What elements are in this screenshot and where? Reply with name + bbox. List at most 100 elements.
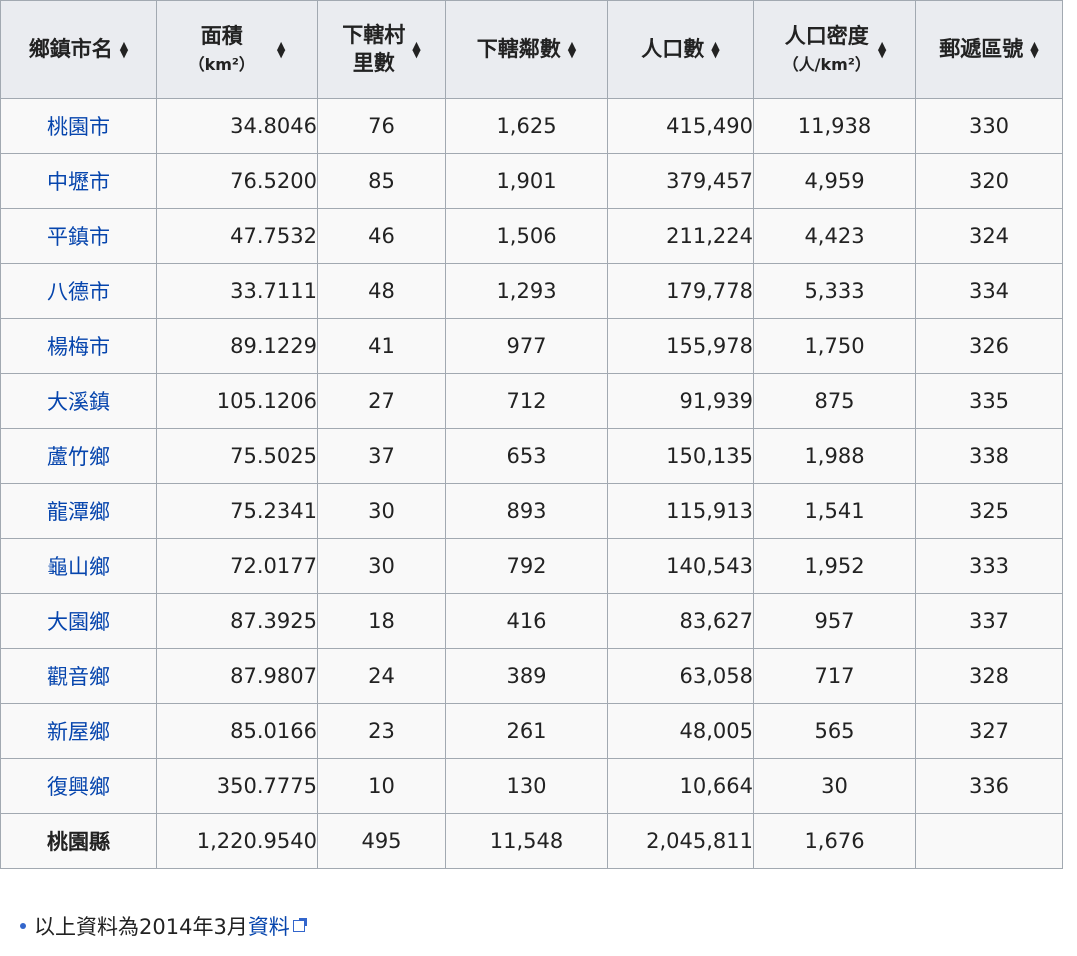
table-row: 平鎮市 47.7532 46 1,506 211,224 4,423 324 [0,208,1063,264]
cell-neighborhoods: 1,625 [445,98,608,154]
cell-villages: 41 [317,318,446,374]
cell-name[interactable]: 平鎮市 [0,208,157,264]
township-link[interactable]: 八德市 [47,280,110,304]
cell-postal [915,813,1063,869]
township-link[interactable]: 復興鄉 [47,775,110,799]
table-row: 龍潭鄉 75.2341 30 893 115,913 1,541 325 [0,483,1063,539]
header-villages-label-1: 下轄村 [342,23,406,48]
cell-area: 87.9807 [156,648,318,704]
header-name[interactable]: 鄉鎮市名 ▲ ▼ [0,0,157,99]
cell-population: 2,045,811 [607,813,754,869]
cell-neighborhoods: 261 [445,703,608,759]
table-row: 新屋鄉 85.0166 23 261 48,005 565 327 [0,703,1063,759]
cell-area: 89.1229 [156,318,318,374]
cell-name[interactable]: 觀音鄉 [0,648,157,704]
township-link[interactable]: 桃園市 [47,115,110,139]
cell-name[interactable]: 桃園市 [0,98,157,154]
township-link[interactable]: 楊梅市 [47,335,110,359]
cell-density: 30 [753,758,916,814]
sort-icon[interactable]: ▲ ▼ [711,40,719,59]
cell-population: 415,490 [607,98,754,154]
township-link[interactable]: 蘆竹鄉 [47,445,110,469]
cell-area: 34.8046 [156,98,318,154]
cell-postal: 327 [915,703,1063,759]
external-link-icon [292,918,307,932]
cell-area: 350.7775 [156,758,318,814]
cell-villages: 37 [317,428,446,484]
township-link[interactable]: 中壢市 [47,170,110,194]
header-population[interactable]: 人口數 ▲ ▼ [607,0,754,99]
cell-name[interactable]: 新屋鄉 [0,703,157,759]
cell-neighborhoods: 1,506 [445,208,608,264]
cell-villages: 48 [317,263,446,319]
header-neighborhoods-label: 下轄鄰數 [476,36,561,61]
cell-name[interactable]: 楊梅市 [0,318,157,374]
cell-name: 桃園縣 [0,813,157,869]
header-area[interactable]: 面積 （km²） ▲ ▼ [156,0,318,99]
cell-postal: 330 [915,98,1063,154]
header-row: 鄉鎮市名 ▲ ▼ 面積 （km²） ▲ ▼ 下轄村 里數 ▲ ▼ 下轄鄰數 ▲ … [0,0,1063,99]
township-link[interactable]: 大園鄉 [47,610,110,634]
sort-icon[interactable]: ▲ ▼ [1030,40,1038,59]
cell-population: 48,005 [607,703,754,759]
township-link[interactable]: 新屋鄉 [47,720,110,744]
cell-population: 379,457 [607,153,754,209]
header-postal-label: 郵遞區號 [939,36,1024,61]
township-link[interactable]: 龍潭鄉 [47,500,110,524]
cell-density: 4,959 [753,153,916,209]
header-villages[interactable]: 下轄村 里數 ▲ ▼ [317,0,446,99]
data-source-link[interactable]: 資料 [248,911,290,941]
sort-icon[interactable]: ▲ ▼ [277,40,285,59]
header-villages-label-2: 里數 [352,50,395,75]
sort-icon[interactable]: ▲ ▼ [412,40,420,59]
cell-villages: 46 [317,208,446,264]
sort-icon[interactable]: ▲ ▼ [568,40,576,59]
township-link[interactable]: 龜山鄉 [47,555,110,579]
cell-neighborhoods: 1,293 [445,263,608,319]
cell-postal: 336 [915,758,1063,814]
header-postal[interactable]: 郵遞區號 ▲ ▼ [915,0,1063,99]
cell-name[interactable]: 龜山鄉 [0,538,157,594]
cell-neighborhoods: 977 [445,318,608,374]
cell-area: 1,220.9540 [156,813,318,869]
cell-density: 875 [753,373,916,429]
cell-area: 76.5200 [156,153,318,209]
page: 鄉鎮市名 ▲ ▼ 面積 （km²） ▲ ▼ 下轄村 里數 ▲ ▼ 下轄鄰數 ▲ … [0,0,1077,939]
cell-name[interactable]: 中壢市 [0,153,157,209]
cell-density: 1,541 [753,483,916,539]
table-row: 復興鄉 350.7775 10 130 10,664 30 336 [0,758,1063,814]
cell-name[interactable]: 大園鄉 [0,593,157,649]
sort-icon[interactable]: ▲ ▼ [120,40,128,59]
cell-postal: 333 [915,538,1063,594]
cell-density: 4,423 [753,208,916,264]
cell-name[interactable]: 大溪鎮 [0,373,157,429]
township-link[interactable]: 大溪鎮 [47,390,110,414]
note-text: 以上資料為2014年3月 [34,915,248,939]
cell-neighborhoods: 893 [445,483,608,539]
header-density[interactable]: 人口密度 （人/km²） ▲ ▼ [753,0,916,99]
township-link[interactable]: 觀音鄉 [47,665,110,689]
cell-name[interactable]: 八德市 [0,263,157,319]
header-density-unit: （人/km²） [782,54,871,74]
cell-villages: 18 [317,593,446,649]
cell-density: 11,938 [753,98,916,154]
cell-villages: 24 [317,648,446,704]
township-link[interactable]: 平鎮市 [47,225,110,249]
cell-villages: 27 [317,373,446,429]
cell-name[interactable]: 龍潭鄉 [0,483,157,539]
cell-villages: 495 [317,813,446,869]
header-area-label: 面積 [200,24,243,49]
cell-neighborhoods: 653 [445,428,608,484]
cell-population: 115,913 [607,483,754,539]
table-row: 八德市 33.7111 48 1,293 179,778 5,333 334 [0,263,1063,319]
cell-villages: 30 [317,483,446,539]
cell-area: 47.7532 [156,208,318,264]
table-body: 桃園市 34.8046 76 1,625 415,490 11,938 330 中壢市 76.5… [0,98,1063,869]
cell-name[interactable]: 復興鄉 [0,758,157,814]
cell-villages: 23 [317,703,446,759]
table-row: 龜山鄉 72.0177 30 792 140,543 1,952 333 [0,538,1063,594]
sort-icon[interactable]: ▲ ▼ [878,40,886,59]
cell-villages: 76 [317,98,446,154]
header-neighborhoods[interactable]: 下轄鄰數 ▲ ▼ [445,0,608,99]
cell-name[interactable]: 蘆竹鄉 [0,428,157,484]
